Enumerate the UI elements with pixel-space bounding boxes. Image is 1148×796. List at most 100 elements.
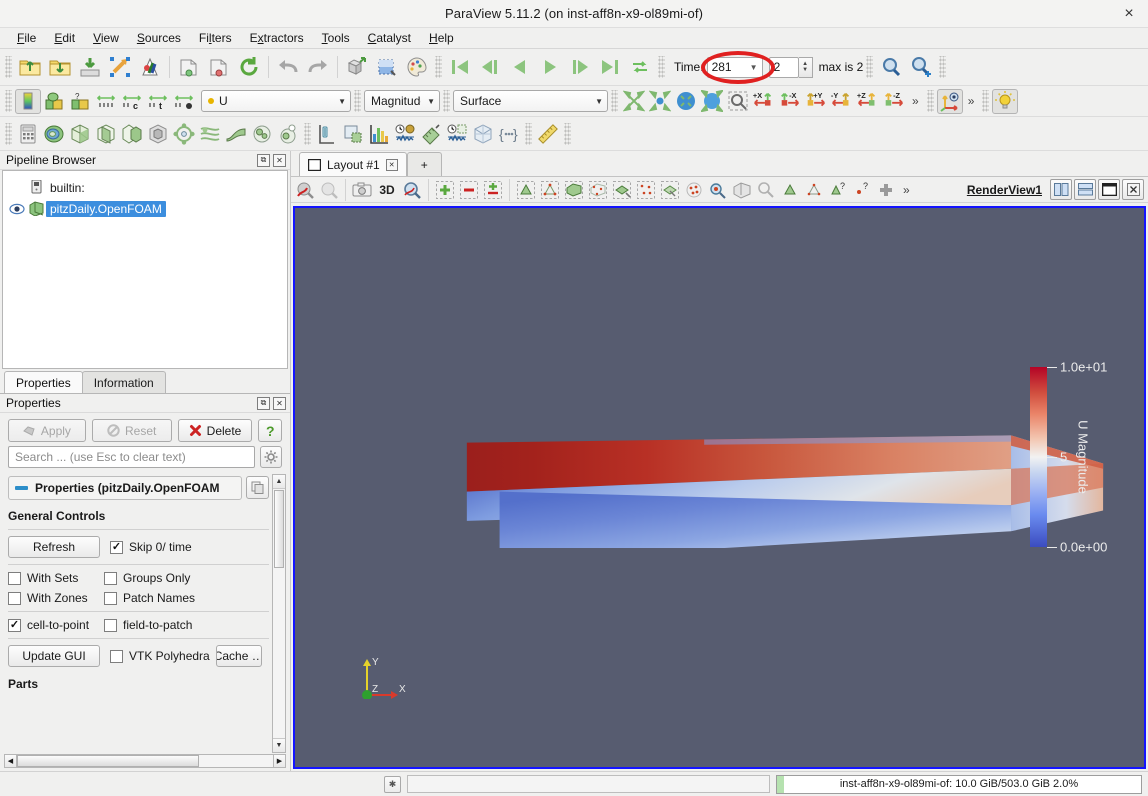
show-orientation-axes-icon[interactable] [936,88,963,114]
properties-search-input[interactable]: Search ... (use Esc to clear text) [8,446,255,468]
toolbar-grip[interactable] [658,56,665,78]
visibility-eye-icon[interactable] [7,203,26,215]
close-icon[interactable]: ✕ [385,158,398,171]
calculator-icon[interactable] [15,121,41,146]
screenshot-icon[interactable] [350,178,374,201]
scrollbar-thumb[interactable] [274,490,284,568]
rescale-to-data-icon[interactable] [41,89,67,114]
last-frame-icon[interactable] [595,53,625,82]
toolbar-grip[interactable] [443,90,450,112]
copy-properties-icon[interactable] [246,475,269,499]
rescale-temporal-icon[interactable] [93,89,119,114]
layout-tab[interactable]: Layout #1 ✕ [299,152,407,176]
reset-camera-closest-icon[interactable] [673,89,699,114]
pick-center-icon[interactable] [778,178,802,201]
reset-camera-icon[interactable] [621,89,647,114]
cell-to-point-checkbox[interactable]: ✓ cell-to-point [8,618,104,632]
help-button[interactable]: ? [258,419,282,442]
cache-button[interactable]: Cache … [215,645,262,667]
menu-view[interactable]: View [84,29,128,47]
reset-button[interactable]: Reset [91,419,172,442]
scroll-down-icon[interactable]: ▼ [273,738,285,752]
pipeline-item-builtin[interactable]: builtin: [7,177,283,198]
interactive-select-icon[interactable] [293,178,317,201]
edit-color-map-icon[interactable] [402,53,432,82]
chevron-down-icon[interactable]: ▼ [750,63,758,72]
toggle-toolbar-overflow[interactable]: » [963,94,980,108]
hover-points-icon[interactable] [706,178,730,201]
toolbar-grip[interactable] [354,90,361,112]
camera-minus-x-icon[interactable]: -X [777,89,803,114]
add-selection-icon[interactable] [433,178,457,201]
close-icon[interactable]: ✕ [273,153,286,167]
split-vertical-icon[interactable] [1074,179,1096,200]
apply-button[interactable]: Apply [8,419,86,442]
rescale-over-time-icon[interactable]: t [145,89,171,114]
disconnect-icon[interactable] [135,53,165,82]
camera-plus-z-icon[interactable]: +Z [855,89,881,114]
select-frustum-points-icon[interactable] [586,178,610,201]
toggle-selection-icon[interactable] [481,178,505,201]
query-points-icon[interactable]: ? [850,178,874,201]
pick-points-icon[interactable] [802,178,826,201]
select-frustum-cells-icon[interactable] [562,178,586,201]
select-surface-cells-icon[interactable] [514,178,538,201]
close-view-icon[interactable] [1122,179,1144,200]
menu-edit[interactable]: Edit [45,29,84,47]
glyph-icon[interactable] [171,121,197,146]
split-horizontal-icon[interactable] [1050,179,1072,200]
save-state-icon[interactable] [45,53,75,82]
toolbar-grip[interactable] [5,56,12,78]
loop-icon[interactable] [625,53,655,82]
camera-plus-y-icon[interactable]: +Y [803,89,829,114]
close-icon[interactable]: ✕ [273,396,286,410]
with-sets-checkbox[interactable]: With Sets [8,571,104,585]
menu-help[interactable]: Help [420,29,463,47]
play-reverse-icon[interactable] [505,53,535,82]
frame-index-stepper[interactable]: ▲ ▼ [798,56,813,78]
with-zones-checkbox[interactable]: With Zones [8,591,104,605]
open-file-icon[interactable] [15,53,45,82]
load-state-icon[interactable] [174,53,204,82]
zoom-to-data-center-icon[interactable] [647,89,673,114]
menu-file[interactable]: File [8,29,45,47]
plot-selection-over-time-icon[interactable] [444,121,470,146]
zoom-to-data-icon[interactable] [906,53,936,82]
python-script-icon[interactable]: {} [496,121,522,146]
query-cells-icon[interactable]: ? [826,178,850,201]
plus-icon[interactable] [874,178,898,201]
histogram-icon[interactable] [366,121,392,146]
zoom-region-icon[interactable] [754,178,778,201]
memory-inspector[interactable]: inst-aff8n-x9-ol89mi-of: 10.0 GiB/503.0 … [776,774,1142,794]
redo-camera-icon[interactable] [372,53,402,82]
refresh-button[interactable]: Refresh [8,536,100,558]
extract-selection-icon[interactable] [340,121,366,146]
stream-tracer-icon[interactable] [197,121,223,146]
new-layout-tab-button[interactable]: + [406,152,442,176]
toolbar-grip[interactable] [5,90,12,112]
enable-lighting-icon[interactable] [992,88,1019,114]
rescale-visible-icon[interactable]: c [119,89,145,114]
connect-icon[interactable] [105,53,135,82]
interactive-select-cells-icon[interactable] [658,178,682,201]
menu-filters[interactable]: Filters [190,29,241,47]
toolbar-grip[interactable] [982,90,990,112]
toolbar-grip[interactable] [435,56,442,78]
plot-over-line-filter-icon[interactable] [418,121,444,146]
toolbar-grip[interactable] [304,122,311,145]
delete-button[interactable]: Delete [177,419,253,442]
rescale-data-range-icon[interactable] [171,89,197,114]
select-block-icon[interactable] [317,178,341,201]
window-close-button[interactable]: × [1118,3,1140,25]
skip-zero-time-checkbox[interactable]: ✓ Skip 0/ time [110,540,192,554]
render-view-name[interactable]: RenderView1 [967,183,1042,197]
frame-index-input[interactable]: 2 [768,56,799,78]
zoom-closest-to-data-icon[interactable] [699,89,725,114]
subtract-selection-icon[interactable] [457,178,481,201]
gear-icon[interactable] [260,446,282,468]
menu-tools[interactable]: Tools [313,29,359,47]
time-input[interactable]: 281 ▼ [706,56,763,78]
slice-icon[interactable] [93,121,119,146]
select-surface-points-icon[interactable] [538,178,562,201]
view-mode-label[interactable]: 3D [374,178,400,201]
